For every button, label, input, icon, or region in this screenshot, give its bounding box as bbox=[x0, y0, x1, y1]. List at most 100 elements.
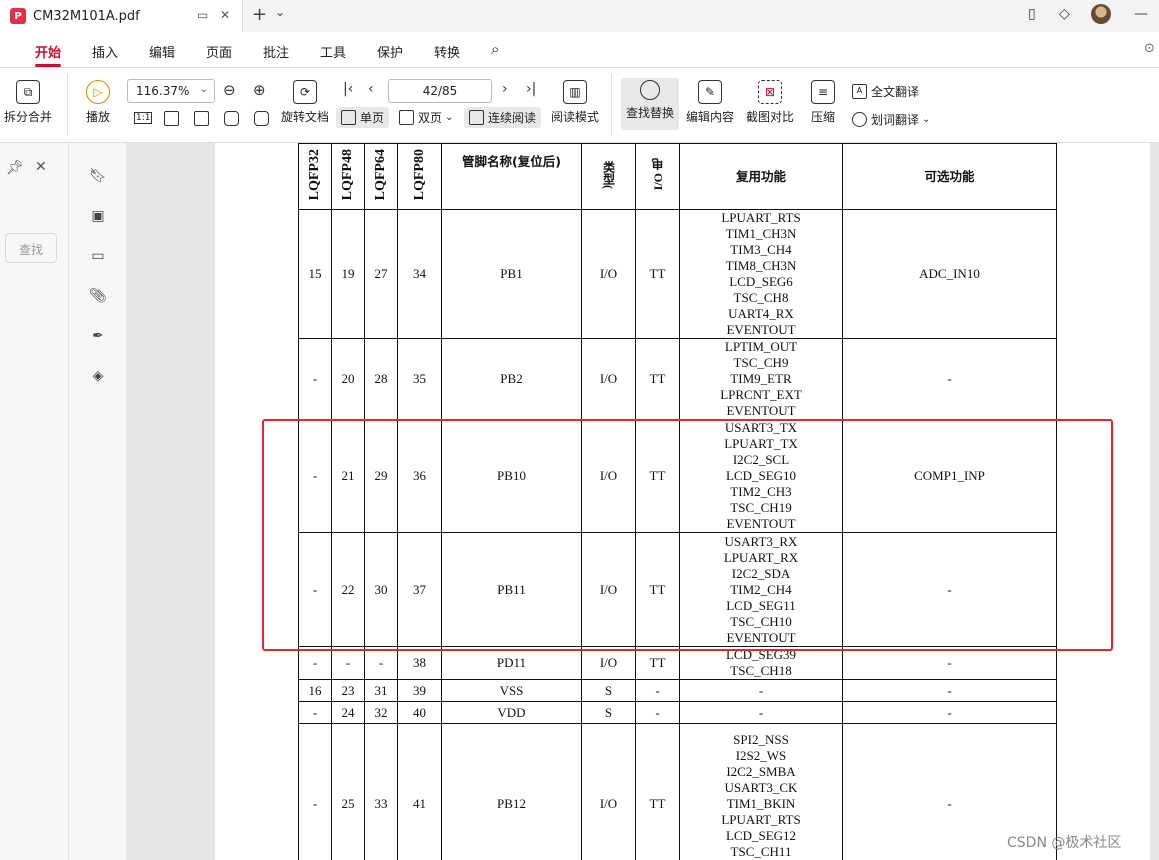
cell-io-level: TT bbox=[635, 209, 680, 339]
pdf-file-icon: P bbox=[10, 8, 26, 24]
continuous-reading-button[interactable]: 连续阅读 bbox=[464, 107, 542, 128]
rotate-left-button[interactable] bbox=[224, 111, 243, 126]
screenshot-compare-button[interactable]: ⊠ 截图对比 bbox=[744, 80, 796, 125]
tab-list-chevron-down-icon[interactable]: ⌄ bbox=[275, 5, 285, 19]
menu-item-edit[interactable]: 编辑 bbox=[149, 42, 175, 61]
cell-lqfp48: 19 bbox=[331, 209, 365, 339]
close-tab-icon[interactable]: ✕ bbox=[220, 8, 230, 22]
page-number-input[interactable]: 42/85 bbox=[388, 79, 492, 103]
reading-mode-button[interactable]: ▥ 阅读模式 bbox=[550, 80, 600, 125]
zoom-in-icon[interactable]: ⊕ bbox=[253, 81, 266, 99]
header-lqfp32: LQFP32 bbox=[298, 143, 332, 210]
alt-function-item: EVENTOUT bbox=[726, 403, 796, 418]
fit-width-icon bbox=[194, 111, 209, 126]
bookmark-icon[interactable]: 🔖︎ bbox=[89, 167, 107, 185]
screenshot-compare-label: 截图对比 bbox=[745, 110, 794, 124]
last-page-icon[interactable]: ›| bbox=[526, 81, 536, 97]
cell-lqfp64: 31 bbox=[364, 679, 398, 702]
cell-optional-function: - bbox=[842, 338, 1057, 420]
next-page-icon[interactable]: › bbox=[502, 81, 508, 97]
header-lqfp48: LQFP48 bbox=[331, 143, 365, 210]
attachment-icon[interactable]: 📎︎ bbox=[89, 287, 107, 305]
alt-function-item: I2S2_WS bbox=[735, 747, 787, 763]
alt-function-item: EVENTOUT bbox=[726, 516, 796, 531]
rotate-document-button[interactable]: ⟳ 旋转文档 bbox=[280, 80, 330, 125]
alt-function-item: LCD_SEG12 bbox=[725, 827, 797, 843]
split-view-icon[interactable]: ▯ bbox=[1028, 6, 1036, 22]
cell-lqfp32: 16 bbox=[298, 679, 332, 702]
thumbnail-icon[interactable]: ▣ bbox=[89, 207, 107, 225]
find-replace-label: 查找替换 bbox=[625, 106, 674, 120]
menu-item-tools[interactable]: 工具 bbox=[320, 42, 346, 61]
signature-icon[interactable]: ✒ bbox=[89, 327, 107, 345]
split-merge-button[interactable]: ⧉ 拆分合并 bbox=[0, 80, 56, 125]
alt-function-item: USART3_RX bbox=[724, 533, 798, 549]
word-translate-button[interactable]: 划词翻译 ⌄ bbox=[852, 111, 930, 128]
play-button[interactable]: ▷ 播放 bbox=[80, 80, 116, 125]
rotate-right-button[interactable] bbox=[254, 111, 273, 126]
cell-alt-function: SPI2_NSS I2S2_WS I2C2_SMBA USART3_CK TIM1_BK… bbox=[679, 723, 843, 860]
cell-lqfp64: 33 bbox=[364, 723, 398, 860]
alt-function-item: TIM2_CH4 bbox=[730, 581, 792, 597]
cell-optional-function: COMP1_INP bbox=[842, 419, 1057, 533]
sidebar-icon-rail: 🔖︎ ▣ ▭ 📎︎ ✒ ◈ bbox=[69, 143, 127, 860]
layers-icon[interactable]: ◈ bbox=[89, 367, 107, 385]
minimize-icon[interactable]: — bbox=[1134, 6, 1148, 22]
alt-function-item: LCD_SEG6 bbox=[729, 274, 793, 289]
previous-page-icon[interactable]: ‹ bbox=[368, 81, 374, 97]
alt-function-item: TIM1_BKIN bbox=[726, 795, 796, 811]
first-page-icon[interactable]: |‹ bbox=[343, 81, 353, 97]
fit-width-button[interactable] bbox=[194, 111, 213, 126]
document-viewport[interactable]: LQFP32 LQFP48 LQFP64 LQFP80 管脚名称(复位后) 类型… bbox=[127, 143, 1159, 860]
word-translate-label: 划词翻译 bbox=[871, 113, 920, 127]
zoom-select[interactable]: 116.37% ⌄ bbox=[127, 79, 215, 103]
alt-function-item: TSC_CH9 bbox=[733, 355, 789, 370]
avatar[interactable] bbox=[1091, 4, 1111, 24]
compress-button[interactable]: ≡ 压缩 bbox=[806, 80, 840, 125]
tab-preview-icon[interactable]: ▭ bbox=[197, 8, 208, 22]
menu-item-convert[interactable]: 转换 bbox=[434, 42, 460, 61]
continuous-reading-label: 连续阅读 bbox=[488, 111, 537, 125]
table-row: - - -38 PD11 I/O TT LCD_SEG39 TSC_CH18- bbox=[298, 646, 1057, 680]
cell-io-level: TT bbox=[635, 723, 680, 860]
pin-icon[interactable]: 📌︎ bbox=[6, 160, 24, 176]
double-page-button[interactable]: 双页 ⌄ bbox=[399, 109, 453, 126]
single-page-button[interactable]: 单页 bbox=[336, 107, 390, 128]
menu-item-annotate[interactable]: 批注 bbox=[263, 42, 289, 61]
zoom-out-icon[interactable]: ⊖ bbox=[223, 81, 236, 99]
close-icon[interactable]: ✕ bbox=[35, 159, 47, 175]
alt-function-item: TIM8_CH3N bbox=[725, 258, 797, 273]
cell-io-level: TT bbox=[635, 646, 680, 680]
table-row: -25 33 41 PB12 I/O TT SPI2_NSS I2S2_WS I2C2_SMBA… bbox=[298, 723, 1057, 860]
menu-item-insert[interactable]: 插入 bbox=[92, 42, 118, 61]
document-tab[interactable]: P CM32M101A.pdf ▭ ✕ bbox=[0, 0, 243, 32]
cube-icon[interactable]: ◇ bbox=[1059, 6, 1070, 22]
edit-content-button[interactable]: ✎ 编辑内容 bbox=[684, 80, 736, 125]
header-type: 类型( bbox=[581, 143, 636, 210]
more-icon[interactable]: ⊙ bbox=[1144, 41, 1155, 56]
find-replace-button[interactable]: 查找替换 bbox=[621, 78, 679, 130]
compress-icon: ≡ bbox=[811, 80, 835, 104]
cell-io-level: TT bbox=[635, 532, 680, 647]
cell-pin-name: PB12 bbox=[441, 723, 582, 860]
alt-function-item: TSC_CH19 bbox=[730, 500, 792, 515]
page-indicator: 42/85 bbox=[422, 84, 458, 98]
alt-function-item: LPRCNT_EXT bbox=[720, 387, 802, 402]
alt-function-item: UART4_RX bbox=[728, 306, 794, 321]
menu-item-protect[interactable]: 保护 bbox=[377, 42, 403, 61]
comment-icon[interactable]: ▭ bbox=[89, 247, 107, 265]
actual-size-button[interactable]: 1:1 bbox=[134, 112, 153, 124]
full-translate-button[interactable]: A 全文翻译 bbox=[852, 83, 919, 100]
new-tab-icon[interactable]: + bbox=[252, 4, 267, 25]
alt-function-item: TIM1_CH3N bbox=[725, 226, 797, 241]
menu-item-start[interactable]: 开始 bbox=[35, 42, 61, 61]
cell-alt-function: - bbox=[679, 701, 843, 724]
search-button[interactable]: 查找 bbox=[5, 233, 57, 263]
cell-lqfp48: 22 bbox=[331, 532, 365, 647]
fit-page-button[interactable] bbox=[164, 111, 183, 126]
alt-function-item: I2C2_SDA bbox=[731, 565, 791, 581]
cell-lqfp64: 30 bbox=[364, 532, 398, 647]
cell-optional-function: - bbox=[842, 701, 1057, 724]
search-icon[interactable]: ⌕ bbox=[491, 40, 499, 58]
menu-item-page[interactable]: 页面 bbox=[206, 42, 232, 61]
